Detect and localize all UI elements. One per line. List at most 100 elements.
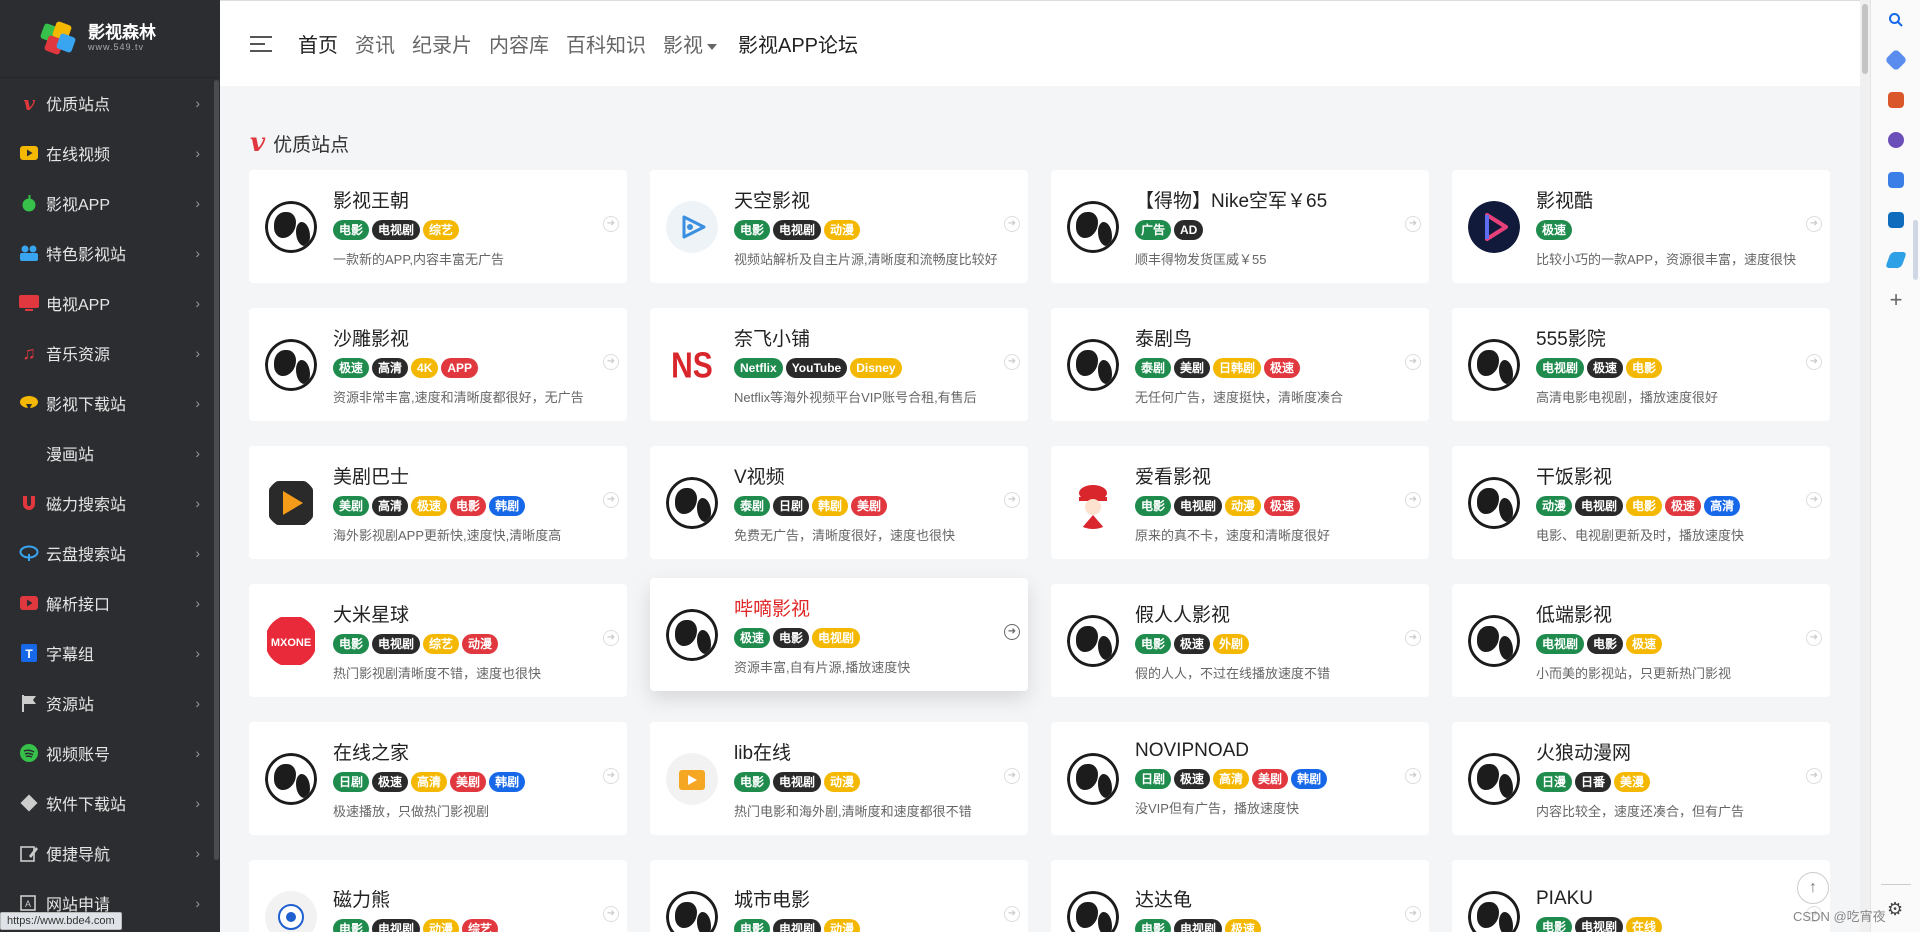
nav-library[interactable]: 内容库: [489, 29, 549, 58]
sidebar-item[interactable]: 便捷导航 ›: [0, 828, 220, 878]
site-card[interactable]: 干饭影视 动漫 电视剧 电影 极速 高清 电影、电视剧更新及时，播放速度快 ➜: [1452, 446, 1830, 559]
sidebar-item[interactable]: 视频账号 ›: [0, 728, 220, 778]
site-name[interactable]: 大米星球: [333, 600, 603, 627]
brand-logo[interactable]: 影视森林 www.549.tv: [0, 0, 220, 78]
arrow-right-icon[interactable]: ➜: [1405, 630, 1421, 646]
arrow-right-icon[interactable]: ➜: [1405, 768, 1421, 784]
arrow-right-icon[interactable]: ➜: [603, 768, 619, 784]
site-name[interactable]: 干饭影视: [1536, 462, 1806, 489]
site-card[interactable]: 影视王朝 电影 电视剧 综艺 一款新的APP,内容丰富无广告 ➜: [249, 170, 627, 283]
arrow-right-icon[interactable]: ➜: [1806, 630, 1822, 646]
arrow-right-icon[interactable]: ➜: [1004, 354, 1020, 370]
site-name[interactable]: 影视酷: [1536, 186, 1806, 213]
page-scrollbar[interactable]: [1860, 0, 1870, 932]
tag-icon[interactable]: [1871, 40, 1920, 80]
site-card[interactable]: 沙雕影视 极速 高清 4K APP 资源非常丰富,速度和清晰度都很好，无广告 ➜: [249, 308, 627, 421]
sidebar-item[interactable]: 在线视频 ›: [0, 128, 220, 178]
nav-forum[interactable]: 影视APP论坛: [738, 29, 858, 58]
nav-documentary[interactable]: 纪录片: [412, 29, 472, 58]
arrow-right-icon[interactable]: ➜: [1405, 354, 1421, 370]
arrow-right-icon[interactable]: ➜: [1405, 492, 1421, 508]
sidebar-item[interactable]: v 优质站点 ›: [0, 78, 220, 128]
site-name[interactable]: 沙雕影视: [333, 324, 603, 351]
arrow-right-icon[interactable]: ➜: [1806, 492, 1822, 508]
site-name[interactable]: V视频: [734, 462, 1004, 489]
site-card[interactable]: V视频 泰剧 日剧 韩剧 美剧 免费无广告，清晰度很好，速度也很快 ➜: [650, 446, 1028, 559]
search-icon[interactable]: [1871, 0, 1920, 40]
site-card[interactable]: 假人人影视 电影 极速 外剧 假的人人，不过在线播放速度不错 ➜: [1051, 584, 1429, 697]
arrow-right-icon[interactable]: ➜: [1806, 354, 1822, 370]
site-name[interactable]: 假人人影视: [1135, 600, 1405, 627]
menu-toggle-icon[interactable]: [250, 35, 272, 52]
site-name[interactable]: NOVIPNOAD: [1135, 740, 1405, 762]
arrow-right-icon[interactable]: ➜: [1004, 906, 1020, 922]
site-name[interactable]: 城市电影: [734, 885, 1004, 912]
nav-news[interactable]: 资讯: [355, 29, 395, 58]
arrow-right-icon[interactable]: ➜: [603, 354, 619, 370]
site-card[interactable]: 低端影视 电视剧 电影 极速 小而美的影视站，只更新热门影视 ➜: [1452, 584, 1830, 697]
sidebar-item[interactable]: T 字幕组 ›: [0, 628, 220, 678]
add-icon[interactable]: +: [1871, 280, 1920, 320]
site-card[interactable]: 影视酷 极速 比较小巧的一款APP，资源很丰富，速度很快 ➜: [1452, 170, 1830, 283]
side-panel-scrollbar[interactable]: [1913, 220, 1918, 280]
site-card[interactable]: 达达龟 电影 电视剧 极速 ➜: [1051, 860, 1429, 932]
site-card[interactable]: 泰剧鸟 泰剧 美剧 日韩剧 极速 无任何广告，速度挺快，清晰度凑合 ➜: [1051, 308, 1429, 421]
site-name[interactable]: 达达龟: [1135, 885, 1405, 912]
site-card[interactable]: 城市电影 电影 电视剧 动漫 ➜: [650, 860, 1028, 932]
sidebar-item[interactable]: 软件下载站 ›: [0, 778, 220, 828]
site-card[interactable]: 磁力熊 电影 电视剧 动漫 综艺 ➜: [249, 860, 627, 932]
arrow-right-icon[interactable]: ➜: [1806, 768, 1822, 784]
sidebar-item[interactable]: 影视下载站 ›: [0, 378, 220, 428]
site-card[interactable]: 【得物】Nike空军￥65 广告 AD 顺丰得物发货匡威￥55 ➜: [1051, 170, 1429, 283]
site-name[interactable]: 在线之家: [333, 738, 603, 765]
site-name[interactable]: 555影院: [1536, 324, 1806, 351]
site-name[interactable]: 【得物】Nike空军￥65: [1135, 186, 1405, 213]
arrow-right-icon[interactable]: ➜: [1004, 624, 1020, 640]
site-name[interactable]: 哔嘀影视: [734, 594, 1004, 621]
nav-home[interactable]: 首页: [298, 29, 338, 58]
site-card[interactable]: 在线之家 日剧 极速 高清 美剧 韩剧 极速播放，只做热门影视剧 ➜: [249, 722, 627, 835]
sidebar-item[interactable]: 云盘搜索站 ›: [0, 528, 220, 578]
arrow-right-icon[interactable]: ➜: [1004, 216, 1020, 232]
site-name[interactable]: 泰剧鸟: [1135, 324, 1405, 351]
site-card[interactable]: 美剧巴士 美剧 高清 极速 电影 韩剧 海外影视剧APP更新快,速度快,清晰度高 ➜: [249, 446, 627, 559]
copilot-icon[interactable]: [1871, 160, 1920, 200]
sidebar-item[interactable]: 影视APP ›: [0, 178, 220, 228]
arrow-right-icon[interactable]: ➜: [603, 630, 619, 646]
back-to-top-button[interactable]: ↑: [1797, 872, 1829, 904]
arrow-right-icon[interactable]: ➜: [1004, 768, 1020, 784]
site-name[interactable]: 磁力熊: [333, 885, 603, 912]
arrow-right-icon[interactable]: ➜: [603, 216, 619, 232]
site-card[interactable]: NOVIPNOAD 日剧 极速 高清 美剧 韩剧 没VIP但有广告，播放速度快 ➜: [1051, 722, 1429, 835]
site-card[interactable]: 哔嘀影视 极速 电影 电视剧 资源丰富,自有片源,播放速度快 ➜: [650, 578, 1028, 691]
sidebar-item[interactable]: 磁力搜索站 ›: [0, 478, 220, 528]
arrow-right-icon[interactable]: ➜: [1806, 216, 1822, 232]
site-name[interactable]: 爱看影视: [1135, 462, 1405, 489]
nav-wiki[interactable]: 百科知识: [566, 29, 646, 58]
page-scrollbar-thumb[interactable]: [1862, 4, 1868, 74]
site-card[interactable]: MXONE 大米星球 电影 电视剧 综艺 动漫 热门影视剧清晰度不错，速度也很快 ➜: [249, 584, 627, 697]
sidebar-item[interactable]: ♫ 音乐资源 ›: [0, 328, 220, 378]
sidebar-item[interactable]: 电视APP ›: [0, 278, 220, 328]
sidebar-item[interactable]: 特色影视站 ›: [0, 228, 220, 278]
nav-movies-dropdown[interactable]: 影视: [663, 29, 717, 58]
sidebar-scrollbar[interactable]: [214, 80, 219, 860]
arrow-right-icon[interactable]: ➜: [603, 906, 619, 922]
games-icon[interactable]: [1871, 120, 1920, 160]
site-name[interactable]: 影视王朝: [333, 186, 603, 213]
site-name[interactable]: 天空影视: [734, 186, 1004, 213]
site-card[interactable]: NS 奈飞小铺 Netflix YouTube Disney Netflix等海外视频平台…: [650, 308, 1028, 421]
sidebar-item[interactable]: 解析接口 ›: [0, 578, 220, 628]
site-card[interactable]: PIAKU 电影 电视剧 在线 ➜: [1452, 860, 1830, 932]
arrow-right-icon[interactable]: ➜: [1405, 906, 1421, 922]
gear-icon[interactable]: ⚙: [1887, 899, 1903, 920]
arrow-right-icon[interactable]: ➜: [1004, 492, 1020, 508]
site-name[interactable]: 美剧巴士: [333, 462, 603, 489]
site-card[interactable]: 火狼动漫网 日漫 日番 美漫 内容比较全，速度还凑合，但有广告 ➜: [1452, 722, 1830, 835]
sidebar-item[interactable]: 漫画站 ›: [0, 428, 220, 478]
arrow-right-icon[interactable]: ➜: [603, 492, 619, 508]
site-card[interactable]: lib在线 电影 电视剧 动漫 热门电影和海外剧,清晰度和速度都很不错 ➜: [650, 722, 1028, 835]
site-card[interactable]: 爱看影视 电影 电视剧 动漫 极速 原来的真不卡，速度和清晰度很好 ➜: [1051, 446, 1429, 559]
site-name[interactable]: 低端影视: [1536, 600, 1806, 627]
site-name[interactable]: lib在线: [734, 738, 1004, 765]
